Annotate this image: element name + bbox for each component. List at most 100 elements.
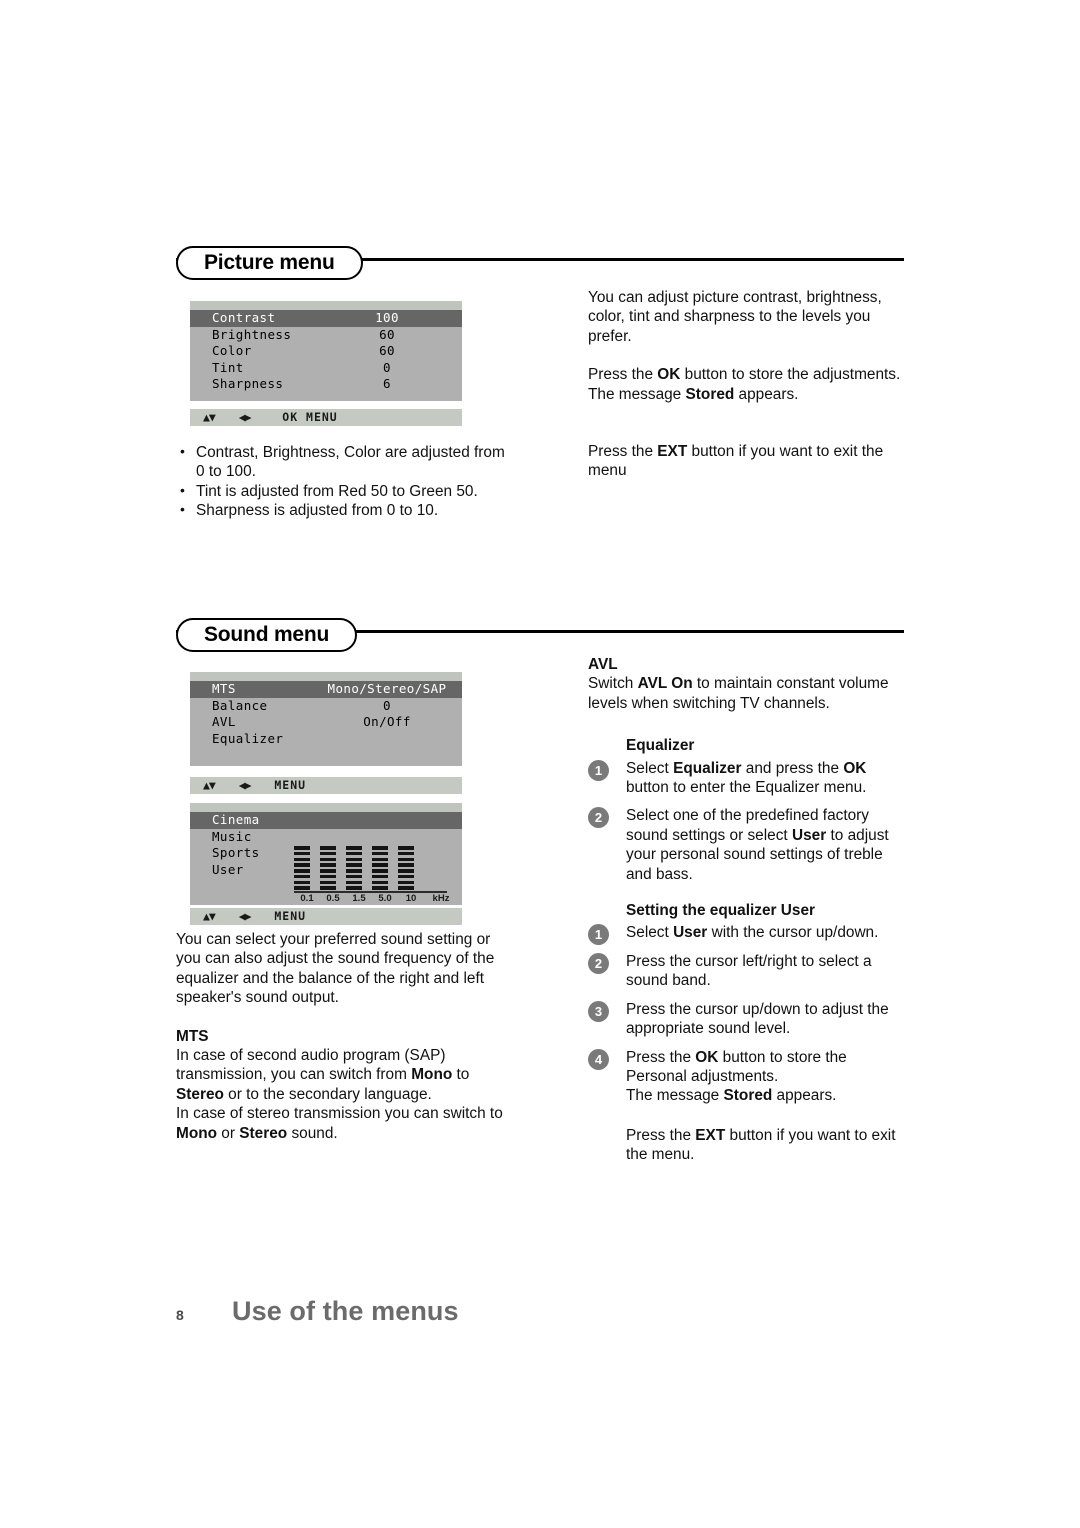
user-equalizer-heading: Setting the equalizer User — [626, 902, 816, 920]
equalizer-segment — [372, 857, 388, 862]
equalizer-osd-statusbar: ▲▼ ◀▶ MENU — [190, 908, 462, 925]
equalizer-segment — [372, 886, 388, 890]
equalizer-segment — [372, 863, 388, 867]
osd-row[interactable]: MTS Mono/Stereo/SAP — [190, 681, 462, 698]
text-fragment: sound. — [287, 1124, 338, 1142]
equalizer-segment — [320, 880, 336, 885]
cursor-leftright-icon: ◀▶ — [238, 410, 252, 424]
text-fragment: Select — [626, 924, 674, 942]
user-equalizer-steps: 1 Select User with the cursor up/down. 2… — [588, 923, 908, 1105]
stored-message-ref: Stored — [685, 385, 735, 403]
text-fragment: appears. — [772, 1087, 837, 1105]
step-text: Press the OK button to store the Persona… — [626, 1048, 908, 1106]
mono-ref: Mono — [411, 1066, 453, 1084]
step-badge: 1 — [588, 924, 609, 946]
osd-row[interactable]: Balance 0 — [190, 698, 462, 715]
osd-row-label: Sharpness — [212, 376, 284, 391]
text-fragment: Press the — [626, 1126, 696, 1144]
equalizer-band[interactable] — [372, 845, 388, 890]
osd-row[interactable]: Tint 0 — [190, 360, 462, 377]
equalizer-graphic[interactable]: 0.1 0.5 1.5 5.0 10 kHz — [294, 840, 454, 904]
equalizer-segment — [294, 874, 310, 879]
osd-row[interactable]: Cinema — [190, 812, 462, 829]
sound-menu-heading-label: Sound menu — [204, 623, 330, 646]
avl-on-ref: AVL On — [637, 675, 693, 693]
ext-button-ref: EXT — [695, 1126, 726, 1144]
osd-row-label: Equalizer — [212, 730, 284, 746]
sound-intro-paragraph: You can select your preferred sound sett… — [176, 931, 495, 1007]
cursor-updown-icon: ▲▼ — [203, 410, 216, 424]
osd-row[interactable]: Brightness 60 — [190, 327, 462, 344]
osd-row[interactable]: Color 60 — [190, 343, 462, 360]
picture-bullet-list-wrap: Contrast, Brightness, Color are adjusted… — [176, 442, 516, 521]
osd-row-label: Tint — [212, 359, 244, 375]
equalizer-segment — [372, 874, 388, 879]
cursor-updown-icon: ▲▼ — [203, 778, 216, 792]
osd-top-strip — [190, 672, 462, 681]
equalizer-segment — [398, 863, 414, 867]
user-ref: User — [791, 826, 827, 844]
osd-row-value: 60 — [379, 326, 395, 342]
osd-row-label: Balance — [212, 697, 268, 713]
osd-row[interactable]: Contrast 100 — [190, 310, 462, 327]
picture-store-paragraph: Press the OK button to store the adjustm… — [588, 365, 908, 404]
step-badge: 4 — [588, 1048, 609, 1070]
step-text: Press the cursor left/right to select a … — [626, 952, 872, 990]
osd-row-label: Color — [212, 343, 252, 358]
text-fragment: and press the — [741, 759, 844, 777]
list-item: 1 Select User with the cursor up/down. — [588, 923, 908, 946]
equalizer-band-label: 0.1 — [300, 893, 314, 904]
osd-row-label: Brightness — [212, 326, 292, 342]
equalizer-band-label: 1.5 — [352, 893, 366, 904]
osd-statusbar-keys: MENU — [274, 778, 307, 792]
stereo-ref: Stereo — [176, 1085, 224, 1103]
step-badge: 1 — [588, 759, 609, 781]
text-fragment: Switch — [588, 675, 638, 693]
picture-bullet-list: Contrast, Brightness, Color are adjusted… — [176, 442, 516, 521]
osd-row[interactable]: Sharpness 6 — [190, 376, 462, 393]
sound-osd-statusbar: ▲▼ ◀▶ MENU — [190, 777, 462, 794]
equalizer-band[interactable] — [346, 845, 362, 890]
equalizer-segment — [398, 845, 414, 850]
text-fragment: or — [217, 1124, 240, 1142]
equalizer-segment — [398, 880, 414, 885]
list-item: Tint is adjusted from Red 50 to Green 50… — [176, 481, 516, 501]
equalizer-segment — [294, 869, 310, 873]
equalizer-segment — [398, 857, 414, 862]
equalizer-segment — [320, 857, 336, 862]
avl-paragraph: Switch AVL On to maintain constant volum… — [588, 674, 908, 713]
equalizer-segment — [398, 886, 414, 890]
equalizer-segment — [320, 874, 336, 879]
text-fragment: with the cursor up/down. — [707, 924, 879, 942]
equalizer-segment — [398, 851, 414, 856]
osd-row[interactable]: Equalizer — [190, 731, 462, 748]
equalizer-band[interactable] — [294, 845, 310, 890]
osd-row-value: 6 — [383, 376, 391, 391]
text-fragment: or to the secondary language. — [223, 1085, 432, 1103]
mts-paragraph-1: In case of second audio program (SAP) tr… — [176, 1046, 516, 1104]
sound-right-column: AVL Switch AVL On to maintain constant v… — [588, 655, 908, 1165]
osd-row[interactable]: AVL On/Off — [190, 714, 462, 731]
text-fragment: Select — [626, 759, 674, 777]
picture-right-column: You can adjust picture contrast, brightn… — [588, 288, 908, 481]
equalizer-bands[interactable] — [294, 840, 454, 890]
text-fragment: Press the — [626, 1048, 696, 1066]
ok-button-ref: OK — [657, 366, 681, 384]
avl-heading: AVL — [588, 656, 618, 673]
step-text: Select one of the predefined factory sou… — [626, 806, 908, 884]
equalizer-segment — [294, 845, 310, 850]
equalizer-band[interactable] — [398, 845, 414, 890]
osd-row-label: AVL — [212, 714, 236, 729]
osd-row-value: 100 — [375, 310, 399, 325]
equalizer-heading: Equalizer — [626, 737, 695, 755]
osd-row-label: Music — [212, 828, 252, 844]
equalizer-segment — [346, 880, 362, 885]
text-fragment: The message — [626, 1087, 724, 1105]
equalizer-segment — [372, 845, 388, 850]
equalizer-segment — [346, 863, 362, 867]
mts-heading: MTS — [176, 1027, 209, 1045]
equalizer-band[interactable] — [320, 845, 336, 890]
equalizer-segment — [346, 845, 362, 850]
osd-top-strip — [190, 301, 462, 310]
equalizer-segment — [346, 869, 362, 873]
